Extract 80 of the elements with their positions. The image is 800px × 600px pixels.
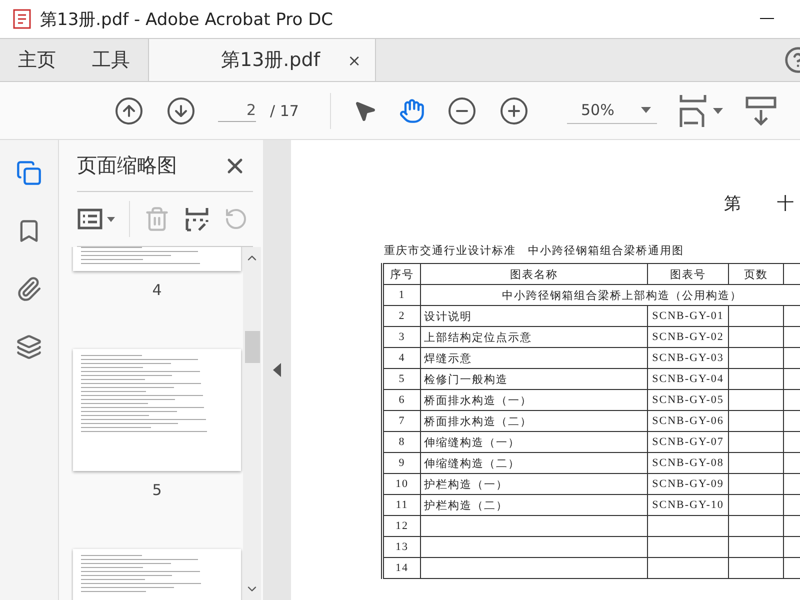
column-header: 图表号 xyxy=(648,264,728,284)
table-cell: 桥面排水构造（二） xyxy=(420,410,648,432)
caret-icon xyxy=(713,108,723,114)
table-cell: 焊缝示意 xyxy=(420,348,648,368)
column-header: 序号 xyxy=(382,264,420,284)
table-cell: SCNB-GY-04 xyxy=(648,368,728,390)
collapse-arrow-icon xyxy=(273,363,281,377)
zoom-in-button[interactable] xyxy=(499,96,529,126)
page-number-label: 5 xyxy=(152,481,162,499)
table-cell: 护栏构造（一） xyxy=(420,474,648,494)
table-cell: SCNB-GY-05 xyxy=(648,390,728,410)
table-cell: SCNB-GY-03 xyxy=(648,348,728,368)
thumbnail-options-button[interactable] xyxy=(77,208,115,230)
table-cell: SCNB-GY-07 xyxy=(648,432,728,452)
zoom-in-icon xyxy=(499,96,529,126)
table-cell: 2 xyxy=(382,306,420,326)
table-cell: SCNB-GY-08 xyxy=(648,452,728,474)
table-cell: 护栏构造（二） xyxy=(420,494,648,516)
table-cell: 10 xyxy=(382,474,420,494)
zoom-out-button[interactable] xyxy=(447,96,477,126)
table-cell: 8 xyxy=(382,432,420,452)
zoom-dropdown[interactable]: 50% xyxy=(567,97,657,124)
table-cell: 9 xyxy=(382,452,420,474)
paperclip-icon xyxy=(16,276,42,302)
app-icon xyxy=(12,8,34,30)
table-cell: 伸缩缝构造（二） xyxy=(420,452,648,474)
page-fit-button[interactable] xyxy=(679,94,723,126)
table-cell: SCNB-GY-01 xyxy=(648,306,728,326)
page-heading: 第 xyxy=(724,193,741,215)
table-cell: 桥面排水构造（一） xyxy=(420,390,648,410)
layers-panel-button[interactable] xyxy=(16,334,42,360)
tab[interactable]: 第13册.pdf × xyxy=(148,39,376,81)
table-cell: 6 xyxy=(382,390,420,410)
table-cell: 14 xyxy=(382,558,420,578)
table-cell: 上部结构定位点示意 xyxy=(420,326,648,348)
table-cell: SCNB-GY-06 xyxy=(648,410,728,432)
page-total: / 17 xyxy=(270,102,299,120)
table-cell: 5 xyxy=(382,368,420,390)
tab[interactable]: 工具 xyxy=(74,39,148,81)
table-cell: 7 xyxy=(382,410,420,432)
caret-icon xyxy=(641,107,651,113)
hand-icon xyxy=(399,98,425,124)
pages-panel-button[interactable] xyxy=(16,160,42,186)
layers-icon xyxy=(16,334,42,360)
table-cell: 12 xyxy=(382,516,420,536)
table-cell: 设计说明 xyxy=(420,306,648,326)
table-cell: 检修门一般构造 xyxy=(420,368,648,390)
undo-icon xyxy=(224,207,248,231)
table-cell: SCNB-GY-10 xyxy=(648,494,728,516)
page-number-label: 4 xyxy=(152,281,162,299)
table-cell: 13 xyxy=(382,536,420,558)
pages-icon xyxy=(16,160,42,186)
page-thumbnail[interactable] xyxy=(73,349,241,471)
column-header: 图表名称 xyxy=(420,264,648,284)
next-page-button[interactable] xyxy=(166,96,196,126)
scrollbar-thumb[interactable] xyxy=(245,331,260,363)
table-cell: 1 xyxy=(382,284,420,306)
table-cell: 11 xyxy=(382,494,420,516)
attachments-panel-button[interactable] xyxy=(16,276,42,302)
window-title: 第13册.pdf - Adobe Acrobat Pro DC xyxy=(40,8,334,30)
minimize-icon xyxy=(760,18,774,20)
table-cell: 伸缩缝构造（一） xyxy=(420,432,648,452)
trash-icon xyxy=(144,206,170,232)
page-thumbnail[interactable] xyxy=(73,549,241,600)
table-cell: 4 xyxy=(382,348,420,368)
tab[interactable]: 主页 xyxy=(0,39,74,81)
previous-page-button[interactable] xyxy=(114,96,144,126)
page-thumbnail[interactable] xyxy=(73,247,241,271)
table-cell: 3 xyxy=(382,326,420,348)
hand-tool-button[interactable] xyxy=(399,98,425,124)
column-header: 页数 xyxy=(728,264,784,284)
page-heading: 十 xyxy=(777,193,794,215)
caret-icon xyxy=(107,216,115,222)
list-icon xyxy=(77,208,103,230)
table-cell: SCNB-GY-02 xyxy=(648,326,728,348)
table-cell: SCNB-GY-09 xyxy=(648,474,728,494)
zoom-out-icon xyxy=(447,96,477,126)
document-subtitle: 重庆市交通行业设计标准 中小跨径钢箱组合梁桥通用图 xyxy=(384,243,685,258)
panel-title: 页面缩略图 xyxy=(77,152,177,179)
page-number-field[interactable]: 2 xyxy=(218,99,256,122)
